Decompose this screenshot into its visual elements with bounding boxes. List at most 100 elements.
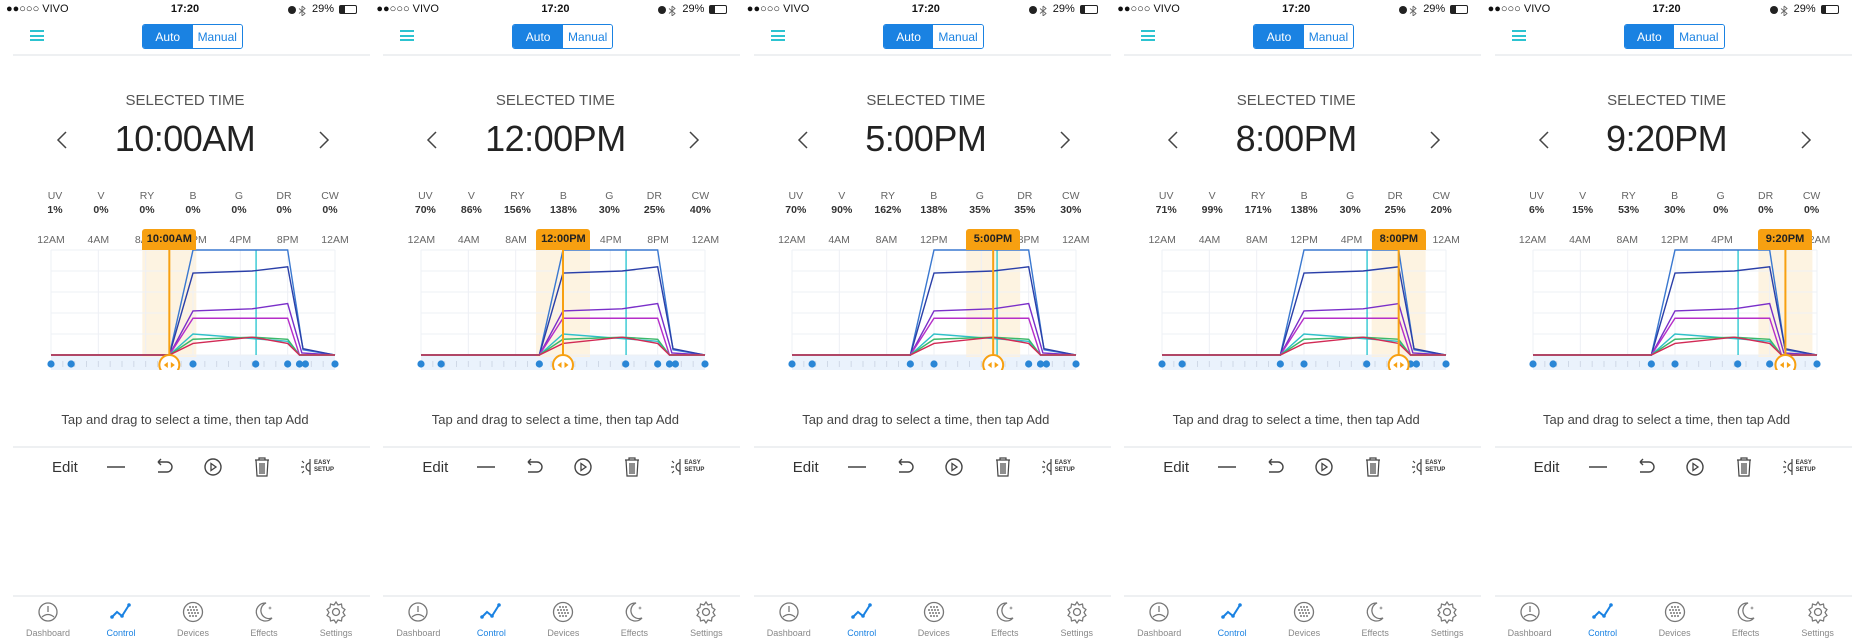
schedule-point[interactable] xyxy=(808,360,816,368)
undo-button[interactable] xyxy=(1263,455,1287,479)
edit-button[interactable]: Edit xyxy=(422,459,448,476)
schedule-point[interactable] xyxy=(536,360,544,368)
schedule-point[interactable] xyxy=(1178,360,1186,368)
schedule-point[interactable] xyxy=(1549,360,1557,368)
schedule-point[interactable] xyxy=(1363,360,1371,368)
schedule-point[interactable] xyxy=(1647,360,1655,368)
tab-dashboard[interactable]: Dashboard xyxy=(383,600,453,638)
schedule-point[interactable] xyxy=(1413,360,1421,368)
undo-button[interactable] xyxy=(893,455,917,479)
edit-button[interactable]: Edit xyxy=(52,459,78,476)
play-button[interactable] xyxy=(1312,455,1336,479)
tab-devices[interactable]: Devices xyxy=(899,600,969,638)
schedule-chart[interactable] xyxy=(370,240,740,370)
tab-effects[interactable]: Effects xyxy=(599,600,669,638)
drag-handle[interactable] xyxy=(1387,354,1410,370)
schedule-point[interactable] xyxy=(788,360,796,368)
drag-handle[interactable] xyxy=(158,354,181,370)
schedule-point[interactable] xyxy=(1158,360,1166,368)
tab-control[interactable]: Control xyxy=(1197,600,1267,638)
undo-button[interactable] xyxy=(152,455,176,479)
tab-effects[interactable]: Effects xyxy=(1711,600,1781,638)
mode-manual-button[interactable]: Manual xyxy=(933,25,983,48)
easy-setup-button[interactable]: EASY SETUP xyxy=(1041,457,1075,477)
schedule-point[interactable] xyxy=(1765,360,1773,368)
schedule-chart[interactable] xyxy=(741,240,1111,370)
schedule-point[interactable] xyxy=(1733,360,1741,368)
drag-handle[interactable] xyxy=(552,354,575,370)
play-button[interactable] xyxy=(201,455,225,479)
tab-dashboard[interactable]: Dashboard xyxy=(1495,600,1565,638)
drag-handle[interactable] xyxy=(1774,354,1796,370)
mode-auto-button[interactable]: Auto xyxy=(883,25,934,48)
mode-manual-button[interactable]: Manual xyxy=(192,25,242,48)
previous-time-button[interactable] xyxy=(426,130,438,155)
schedule-point[interactable] xyxy=(1812,360,1821,368)
schedule-point[interactable] xyxy=(417,360,425,368)
tab-effects[interactable]: Effects xyxy=(229,600,299,638)
play-button[interactable] xyxy=(1683,455,1707,479)
mode-manual-button[interactable]: Manual xyxy=(562,25,613,48)
previous-time-button[interactable] xyxy=(56,130,68,155)
trash-button[interactable] xyxy=(1732,455,1756,479)
play-button[interactable] xyxy=(571,455,595,479)
trash-button[interactable] xyxy=(250,455,274,479)
easy-setup-button[interactable]: EASY SETUP xyxy=(1782,457,1816,477)
next-time-button[interactable] xyxy=(318,130,330,155)
trash-button[interactable] xyxy=(620,455,644,479)
tab-devices[interactable]: Devices xyxy=(158,600,228,638)
schedule-point[interactable] xyxy=(1528,360,1537,368)
schedule-point[interactable] xyxy=(1442,360,1450,368)
edit-button[interactable]: Edit xyxy=(1534,459,1560,476)
easy-setup-button[interactable]: EASY SETUP xyxy=(670,457,704,477)
drag-handle[interactable] xyxy=(981,354,1004,370)
mode-manual-button[interactable]: Manual xyxy=(1303,25,1354,48)
menu-icon[interactable] xyxy=(1511,30,1526,41)
tab-effects[interactable]: Effects xyxy=(1340,600,1410,638)
schedule-chart[interactable] xyxy=(1111,240,1481,370)
schedule-point[interactable] xyxy=(906,360,914,368)
remove-button[interactable] xyxy=(1215,455,1239,479)
schedule-point[interactable] xyxy=(1042,360,1050,368)
mode-manual-button[interactable]: Manual xyxy=(1674,25,1724,48)
easy-setup-button[interactable]: EASY SETUP xyxy=(1411,457,1445,477)
schedule-point[interactable] xyxy=(1024,360,1033,368)
menu-icon[interactable] xyxy=(770,30,785,41)
undo-button[interactable] xyxy=(522,455,546,479)
tab-devices[interactable]: Devices xyxy=(1640,600,1710,638)
schedule-point[interactable] xyxy=(701,360,709,368)
tab-settings[interactable]: Settings xyxy=(301,600,370,638)
trash-button[interactable] xyxy=(991,455,1015,479)
tab-effects[interactable]: Effects xyxy=(970,600,1040,638)
tab-dashboard[interactable]: Dashboard xyxy=(754,600,824,638)
next-time-button[interactable] xyxy=(688,130,700,155)
tab-dashboard[interactable]: Dashboard xyxy=(13,600,83,638)
mode-auto-button[interactable]: Auto xyxy=(513,25,563,48)
mode-auto-button[interactable]: Auto xyxy=(1254,25,1304,48)
schedule-point[interactable] xyxy=(284,360,292,368)
previous-time-button[interactable] xyxy=(1538,130,1550,155)
remove-button[interactable] xyxy=(474,455,498,479)
schedule-point[interactable] xyxy=(1670,360,1679,368)
next-time-button[interactable] xyxy=(1429,130,1441,155)
easy-setup-button[interactable]: EASY SETUP xyxy=(300,457,334,477)
schedule-point[interactable] xyxy=(67,360,75,368)
schedule-point[interactable] xyxy=(672,360,680,368)
tab-control[interactable]: Control xyxy=(456,600,526,638)
play-button[interactable] xyxy=(942,455,966,479)
tab-control[interactable]: Control xyxy=(86,600,156,638)
schedule-point[interactable] xyxy=(654,360,662,368)
tab-dashboard[interactable]: Dashboard xyxy=(1124,600,1194,638)
remove-button[interactable] xyxy=(104,455,128,479)
schedule-chart[interactable] xyxy=(0,240,370,370)
schedule-point[interactable] xyxy=(1276,360,1285,368)
remove-button[interactable] xyxy=(845,455,869,479)
edit-button[interactable]: Edit xyxy=(1163,459,1189,476)
schedule-point[interactable] xyxy=(47,360,55,368)
mode-auto-button[interactable]: Auto xyxy=(143,25,193,48)
previous-time-button[interactable] xyxy=(797,130,809,155)
next-time-button[interactable] xyxy=(1800,130,1812,155)
tab-devices[interactable]: Devices xyxy=(1269,600,1339,638)
tab-settings[interactable]: Settings xyxy=(671,600,740,638)
tab-control[interactable]: Control xyxy=(827,600,897,638)
